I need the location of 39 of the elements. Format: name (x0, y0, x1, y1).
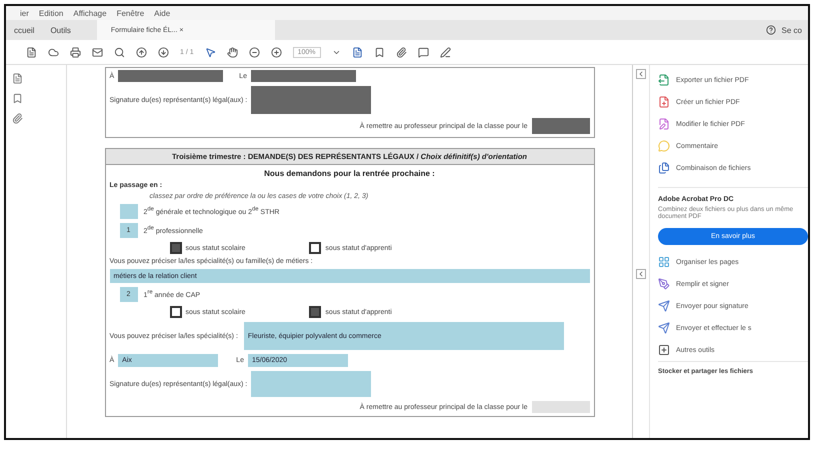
checkbox[interactable] (170, 306, 182, 318)
cloud-icon[interactable] (48, 46, 59, 58)
nav-tab[interactable]: Outils (42, 20, 79, 40)
sign-in-link[interactable]: Se co (782, 26, 802, 34)
pen-icon[interactable] (440, 46, 451, 58)
nav-tab[interactable]: ccueil (6, 20, 42, 40)
next-page-icon[interactable] (158, 46, 169, 58)
chevron-icon (637, 270, 645, 278)
checkbox[interactable] (309, 306, 322, 318)
menu-item[interactable]: Edition (38, 8, 64, 18)
rank-field[interactable] (120, 204, 138, 219)
bookmark-icon[interactable] (374, 46, 385, 58)
menu-item[interactable]: Aide (154, 8, 170, 18)
menu-item[interactable]: Affichage (73, 8, 107, 18)
checkbox[interactable] (170, 242, 182, 254)
pointer-icon[interactable] (204, 46, 216, 58)
pages-icon[interactable] (12, 73, 23, 84)
chevron-icon (637, 70, 645, 78)
print-icon[interactable] (70, 46, 81, 58)
redaction-block (532, 118, 590, 134)
mail-icon[interactable] (92, 46, 103, 58)
checkbox[interactable] (309, 242, 322, 254)
paperclip-icon[interactable] (396, 46, 407, 58)
menu-item[interactable]: Fenêtre (116, 8, 144, 18)
zoom-in-icon[interactable] (270, 46, 282, 58)
document-icon[interactable] (26, 46, 37, 58)
section-subtitle: Nous demandons pour la rentrée prochaine : (263, 169, 436, 178)
previous-page-icon[interactable] (136, 46, 147, 58)
page-fit-icon[interactable] (352, 46, 363, 58)
deadline-field[interactable] (532, 401, 590, 413)
paperclip-icon[interactable] (12, 113, 23, 124)
comment-icon[interactable] (418, 46, 429, 58)
signature-field[interactable] (251, 371, 372, 397)
hand-icon[interactable] (226, 46, 238, 58)
search-icon[interactable] (114, 46, 125, 58)
menu-item[interactable]: ier (20, 8, 29, 18)
help-icon[interactable] (766, 25, 776, 35)
bookmark-icon[interactable] (12, 93, 23, 104)
zoom-out-icon[interactable] (248, 46, 260, 58)
